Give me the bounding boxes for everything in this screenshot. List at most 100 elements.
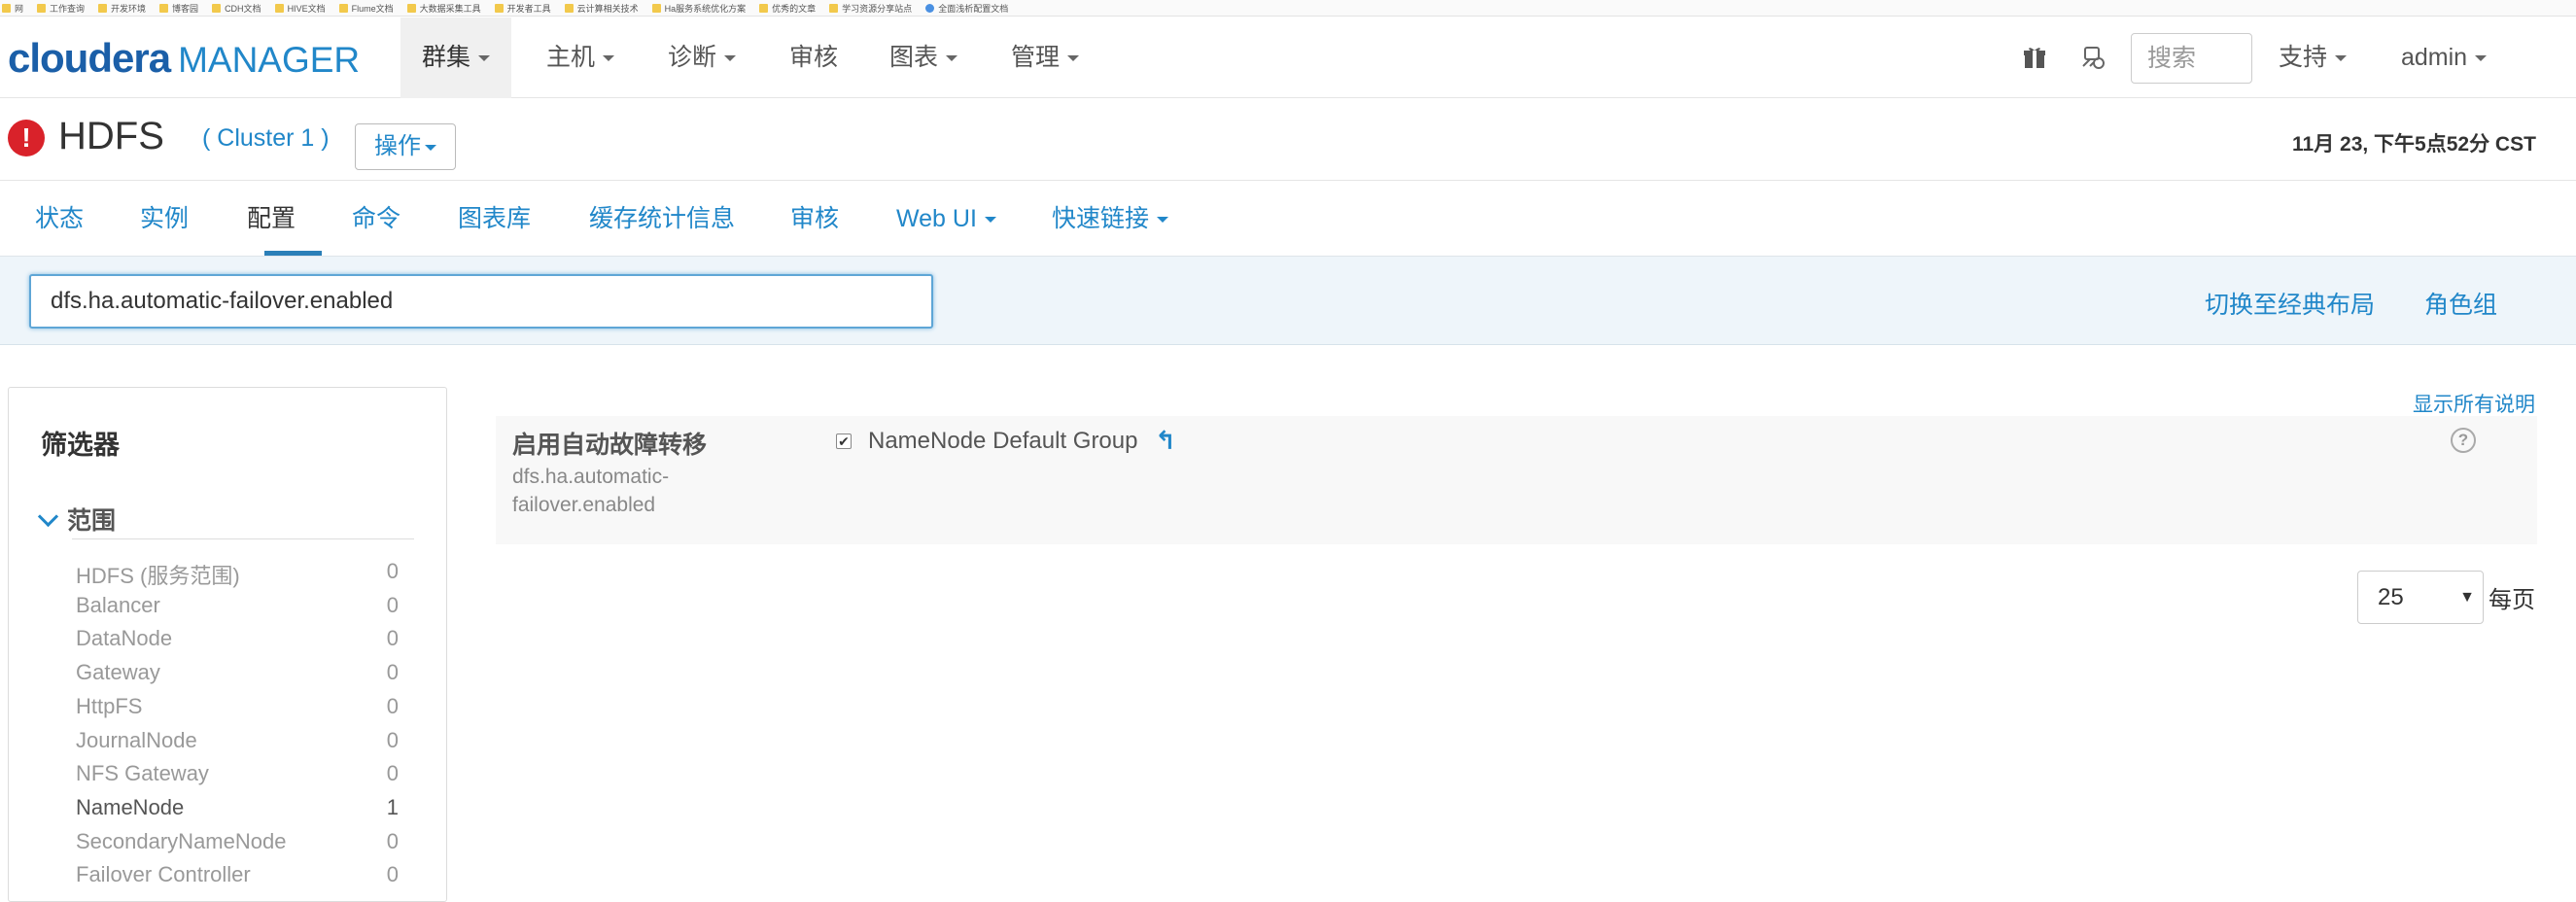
tab-cache-stats[interactable]: 缓存统计信息 [589,182,735,257]
bookmark-item[interactable]: 开发者工具 [494,2,551,15]
nav-audits-label: 审核 [789,44,839,71]
nav-diagnostics[interactable]: 诊断 [646,17,757,98]
config-search-input[interactable]: dfs.ha.automatic-failover.enabled [29,274,933,329]
folder-icon [338,3,348,13]
tab-commands[interactable]: 命令 [352,182,400,257]
switch-classic-layout-link[interactable]: 切换至经典布局 [2205,286,2375,321]
bookmark-label: CDH文档 [225,3,261,14]
scope-filter-item[interactable]: SecondaryNameNode 0 [76,829,399,862]
reset-to-default-icon[interactable]: ↰ [1155,426,1176,456]
scope-filter-count: 0 [386,828,399,853]
parcel-icon[interactable] [2080,45,2106,70]
tab-web-ui[interactable]: Web UI [896,182,996,257]
nav-administration[interactable]: 管理 [990,17,1100,98]
folder-icon [212,3,222,13]
property-label: 启用自动故障转移 [512,432,708,459]
chevron-down-icon [1067,55,1080,62]
bookmark-item[interactable]: 网 [2,2,23,15]
bookmark-item[interactable]: 学习资源分享站点 [829,2,912,15]
folder-icon [759,3,769,13]
nav-support[interactable]: 支持 [2257,17,2368,98]
bookmark-label: HIVE文档 [287,3,326,14]
folder-icon [406,3,416,13]
scope-filter-item[interactable]: DataNode 0 [76,626,399,659]
scope-filter-label: Balancer [76,592,160,617]
gift-icon[interactable] [2024,46,2045,69]
page-size-select[interactable]: 25 ▼ [2357,571,2484,624]
global-search-input[interactable]: 搜索 [2131,33,2252,84]
logo-part-cloudera: cloudera [8,35,171,81]
nav-charts[interactable]: 图表 [868,17,979,98]
tab-status[interactable]: 状态 [35,182,84,257]
nav-hosts[interactable]: 主机 [525,17,636,98]
automatic-failover-checkbox[interactable]: ✔ [836,434,852,449]
bookmark-label: 博客园 [172,3,199,14]
dropdown-arrow-icon: ▼ [2459,589,2475,606]
folder-icon [37,3,47,13]
scope-filter-item[interactable]: NameNode 1 [76,795,399,828]
current-time[interactable]: 11月 23, 下午5点52分 CST [2292,128,2536,157]
scope-filter-count: 0 [386,626,399,651]
show-all-descriptions-link[interactable]: 显示所有说明 [2413,389,2535,418]
bookmark-label: 大数据采集工具 [419,3,481,14]
scope-filter-item[interactable]: Balancer 0 [76,593,399,626]
bookmark-item[interactable]: CDH文档 [212,2,261,15]
scope-filter-item[interactable]: HDFS (服务范围) 0 [76,559,399,592]
folder-icon [925,3,935,13]
tab-chart-library[interactable]: 图表库 [458,182,531,257]
tab-configuration[interactable]: 配置 [247,182,296,257]
bookmark-item[interactable]: 优秀的文章 [759,2,816,15]
bookmark-item[interactable]: 大数据采集工具 [406,2,481,15]
bookmark-item[interactable]: 全面浅析配置文档 [925,2,1008,15]
scope-filter-item[interactable]: Failover Controller 0 [76,862,399,895]
bookmark-label: 全面浅析配置文档 [938,3,1009,14]
chevron-down-icon [603,55,615,62]
role-groups-link[interactable]: 角色组 [2424,286,2497,321]
folder-icon [651,3,661,13]
tab-audits[interactable]: 审核 [790,182,839,257]
scope-filter-label: HDFS (服务范围) [76,564,240,588]
cloudera-manager-logo[interactable]: cloudera MANAGER [8,35,360,82]
bookmark-label: Ha服务系统优化方案 [664,3,747,14]
tab-instances[interactable]: 实例 [140,182,189,257]
bookmark-item[interactable]: 博客园 [159,2,198,15]
bookmark-label: 云计算相关技术 [576,3,639,14]
scope-filter-count: 0 [386,693,399,718]
bookmark-item[interactable]: 工作查询 [37,2,85,15]
tab-quick-links[interactable]: 快速链接 [1052,182,1169,257]
nav-clusters[interactable]: 群集 [400,17,512,98]
divider [72,538,414,539]
property-row [496,416,2537,544]
bookmark-label: Flume文档 [351,3,394,14]
nav-clusters-label: 群集 [422,44,471,71]
error-status-icon[interactable]: ! [8,120,45,156]
scope-filter-item[interactable]: Gateway 0 [76,660,399,693]
bookmark-label: 优秀的文章 [772,3,817,14]
scope-filter-count: 1 [386,794,399,819]
chevron-down-icon [724,55,737,62]
folder-icon [564,3,574,13]
nav-user-menu[interactable]: admin [2380,17,2508,98]
actions-button[interactable]: 操作 [355,123,456,170]
scope-filter-item[interactable]: NFS Gateway 0 [76,761,399,794]
bookmark-item[interactable]: 开发环境 [98,2,146,15]
scope-filter-item[interactable]: JournalNode 0 [76,728,399,761]
scope-label: 范围 [67,507,117,535]
cluster-link[interactable]: ( Cluster 1 ) [202,124,330,153]
tab-web-ui-label: Web UI [896,205,977,232]
bookmark-label: 学习资源分享站点 [842,3,913,14]
scope-toggle[interactable]: 范围 [37,502,117,537]
chevron-down-icon [984,217,996,224]
page-size-value: 25 [2378,584,2404,610]
nav-audits[interactable]: 审核 [768,17,859,98]
scope-filter-label: DataNode [76,626,173,651]
bookmark-item[interactable]: 云计算相关技术 [564,2,639,15]
bookmark-item[interactable]: HIVE文档 [274,2,326,15]
scope-filter-item[interactable]: HttpFS 0 [76,694,399,727]
help-icon[interactable]: ? [2451,428,2476,453]
bookmark-item[interactable]: Ha服务系统优化方案 [651,2,747,15]
nav-charts-label: 图表 [889,44,939,71]
bookmark-item[interactable]: Flume文档 [338,2,394,15]
service-name: HDFS [58,115,164,157]
scope-filter-count: 0 [386,559,399,583]
